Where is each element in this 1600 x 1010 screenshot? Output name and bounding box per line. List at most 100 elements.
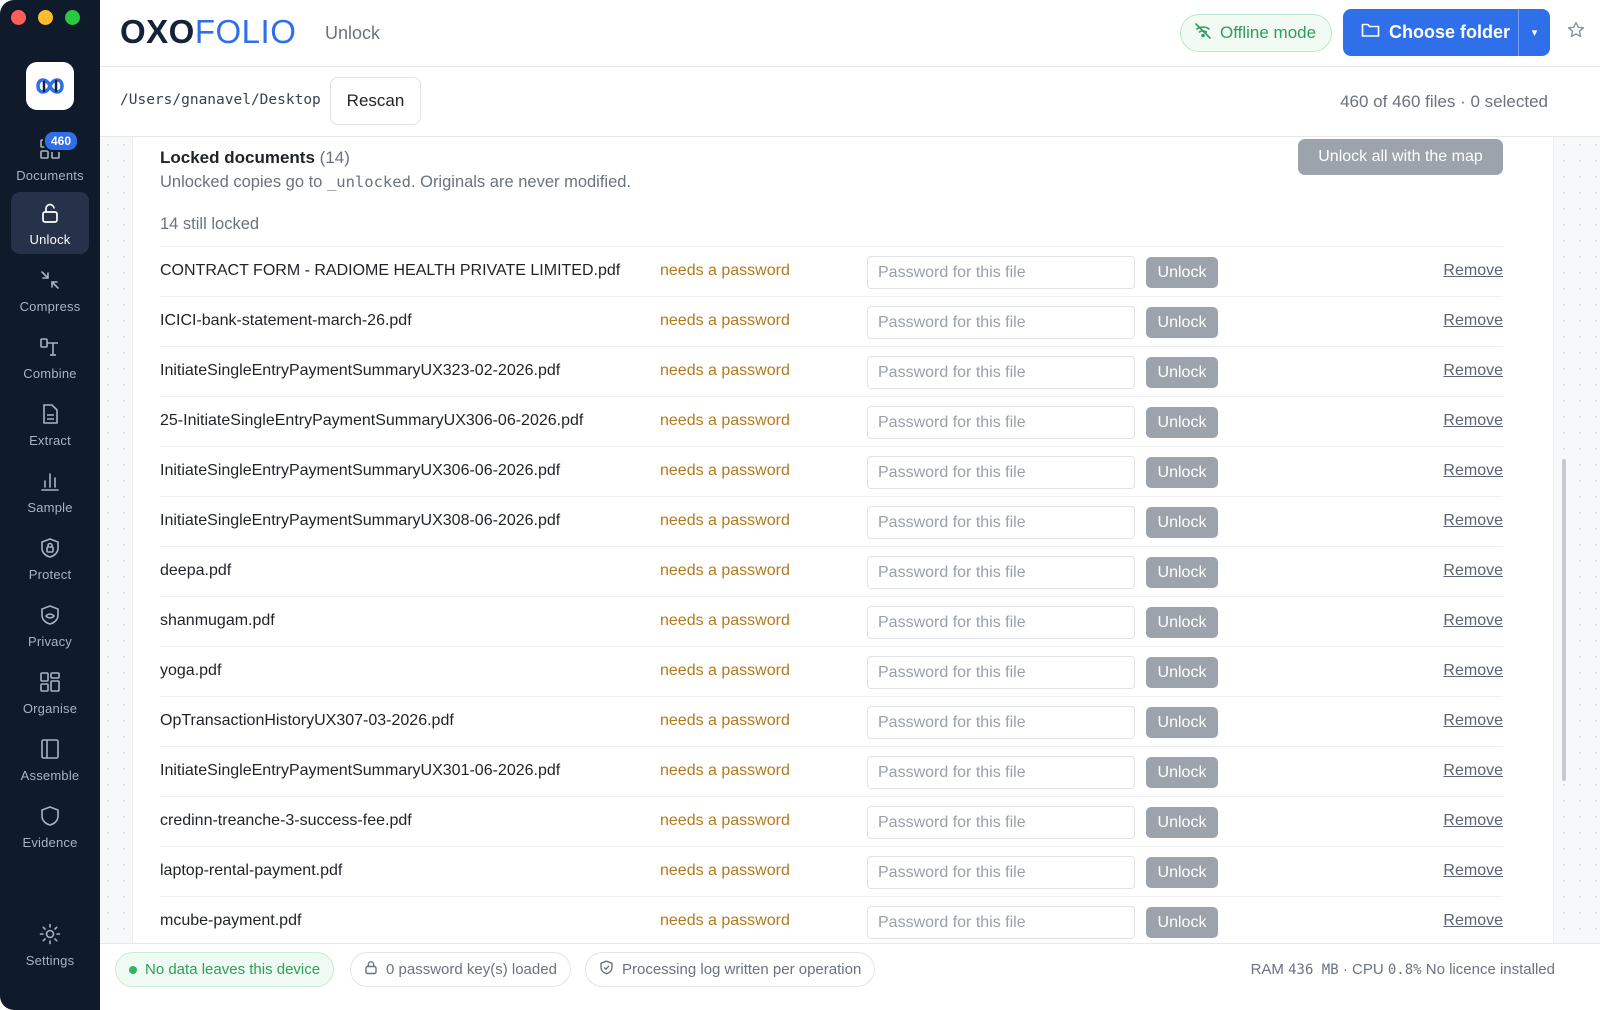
password-input[interactable]: [867, 706, 1135, 739]
unlock-button[interactable]: Unlock: [1146, 707, 1218, 738]
file-name: InitiateSingleEntryPaymentSummaryUX301-0…: [160, 762, 561, 779]
password-keys-pill[interactable]: 0 password key(s) loaded: [350, 952, 571, 987]
scrollbar[interactable]: [1562, 459, 1566, 781]
lock-status: needs a password: [660, 362, 790, 379]
password-input[interactable]: [867, 856, 1135, 889]
unlock-all-button[interactable]: Unlock all with the map: [1298, 139, 1503, 175]
remove-link[interactable]: Remove: [1443, 462, 1503, 480]
password-input[interactable]: [867, 656, 1135, 689]
password-input[interactable]: [867, 256, 1135, 289]
unlock-button[interactable]: Unlock: [1146, 257, 1218, 288]
remove-link[interactable]: Remove: [1443, 362, 1503, 380]
remove-link[interactable]: Remove: [1443, 912, 1503, 930]
ram-label: RAM: [1250, 961, 1284, 978]
sidebar-item-documents[interactable]: 460 Documents: [11, 128, 89, 190]
password-input[interactable]: [867, 356, 1135, 389]
table-row: yoga.pdf needs a password Unlock Remove: [160, 646, 1503, 696]
sidebar-item-compress[interactable]: Compress: [11, 259, 89, 321]
unlock-button[interactable]: Unlock: [1146, 607, 1218, 638]
remove-link[interactable]: Remove: [1443, 412, 1503, 430]
remove-link[interactable]: Remove: [1443, 762, 1503, 780]
password-input[interactable]: [867, 556, 1135, 589]
choose-folder-label: Choose folder: [1389, 22, 1511, 42]
password-input[interactable]: [867, 756, 1135, 789]
offline-mode-toggle[interactable]: Offline mode: [1180, 14, 1333, 52]
favorite-button[interactable]: [1565, 21, 1587, 43]
wifi-off-icon: [1194, 22, 1212, 45]
window-zoom-button[interactable]: [65, 10, 80, 25]
unlock-button[interactable]: Unlock: [1146, 907, 1218, 938]
sidebar-item-label: Evidence: [22, 835, 78, 850]
table-row: laptop-rental-payment.pdf needs a passwor…: [160, 846, 1503, 896]
sidebar-item-organise[interactable]: Organise: [11, 661, 89, 723]
sidebar: 460 Documents Unlock Compress Combine Ex…: [0, 0, 100, 1010]
window-close-button[interactable]: [11, 10, 26, 25]
sidebar-item-assemble[interactable]: Assemble: [11, 728, 89, 790]
lock-status: needs a password: [660, 662, 790, 679]
table-row: OpTransactionHistoryUX307-03-2026.pdf nee…: [160, 696, 1503, 746]
unlock-button[interactable]: Unlock: [1146, 307, 1218, 338]
password-input[interactable]: [867, 506, 1135, 539]
lock-status: needs a password: [660, 412, 790, 429]
locked-documents-panel: Locked documents (14) Unlocked copies go…: [132, 137, 1554, 960]
choose-folder-dropdown-button[interactable]: ▾: [1519, 26, 1550, 39]
bar-chart-icon: [38, 469, 62, 493]
unlock-button[interactable]: Unlock: [1146, 657, 1218, 688]
sidebar-item-label: Documents: [16, 168, 84, 183]
password-input[interactable]: [867, 456, 1135, 489]
lock-status: needs a password: [660, 612, 790, 629]
unlock-button[interactable]: Unlock: [1146, 407, 1218, 438]
remove-link[interactable]: Remove: [1443, 262, 1503, 280]
stats-separator: ·: [1342, 961, 1348, 978]
window-minimize-button[interactable]: [38, 10, 53, 25]
remove-link[interactable]: Remove: [1443, 562, 1503, 580]
sidebar-item-unlock[interactable]: Unlock: [11, 192, 89, 254]
rescan-button[interactable]: Rescan: [330, 77, 421, 125]
still-locked-count: 14 still locked: [160, 215, 260, 233]
unlock-button[interactable]: Unlock: [1146, 507, 1218, 538]
unlock-button[interactable]: Unlock: [1146, 757, 1218, 788]
remove-link[interactable]: Remove: [1443, 512, 1503, 530]
remove-link[interactable]: Remove: [1443, 862, 1503, 880]
unlock-button[interactable]: Unlock: [1146, 457, 1218, 488]
organise-icon: [38, 670, 62, 694]
choose-folder-button[interactable]: Choose folder ▾: [1343, 9, 1550, 56]
sidebar-item-combine[interactable]: Combine: [11, 326, 89, 388]
sidebar-item-sample[interactable]: Sample: [11, 460, 89, 522]
sidebar-item-protect[interactable]: Protect: [11, 527, 89, 589]
password-input[interactable]: [867, 306, 1135, 339]
remove-link[interactable]: Remove: [1443, 612, 1503, 630]
desc-suffix: . Originals are never modified.: [410, 173, 632, 191]
brand-logo: OXOFOLIO: [120, 13, 296, 51]
remove-link[interactable]: Remove: [1443, 712, 1503, 730]
sidebar-item-label: Organise: [22, 701, 78, 716]
lock-shield-icon: [38, 536, 62, 560]
choose-folder-main[interactable]: Choose folder: [1343, 9, 1519, 56]
unlock-button[interactable]: Unlock: [1146, 357, 1218, 388]
remove-link[interactable]: Remove: [1443, 812, 1503, 830]
file-count-summary: 460 of 460 files · 0 selected: [1340, 92, 1548, 111]
password-input[interactable]: [867, 806, 1135, 839]
sidebar-item-extract[interactable]: Extract: [11, 393, 89, 455]
remove-link[interactable]: Remove: [1443, 312, 1503, 330]
sidebar-item-label: Protect: [28, 567, 72, 582]
sidebar-item-settings[interactable]: Settings: [11, 913, 89, 975]
unlock-button[interactable]: Unlock: [1146, 857, 1218, 888]
documents-count-badge: 460: [43, 130, 80, 152]
password-input[interactable]: [867, 406, 1135, 439]
unlock-button[interactable]: Unlock: [1146, 557, 1218, 588]
offline-mode-label: Offline mode: [1220, 23, 1317, 42]
locked-documents-heading: Locked documents (14): [160, 148, 350, 168]
password-input[interactable]: [867, 606, 1135, 639]
sidebar-item-privacy[interactable]: Privacy: [11, 594, 89, 656]
sidebar-item-label: Compress: [19, 299, 81, 314]
file-name: ICICI-bank-statement-march-26.pdf: [160, 312, 412, 329]
main-content: Locked documents (14) Unlocked copies go…: [100, 137, 1600, 960]
page-title: Unlock: [325, 23, 381, 43]
unlock-button[interactable]: Unlock: [1146, 807, 1218, 838]
processing-log-pill[interactable]: Processing log written per operation: [585, 952, 876, 987]
password-input[interactable]: [867, 906, 1135, 939]
lock-status: needs a password: [660, 862, 790, 879]
sidebar-item-evidence[interactable]: Evidence: [11, 795, 89, 857]
remove-link[interactable]: Remove: [1443, 662, 1503, 680]
